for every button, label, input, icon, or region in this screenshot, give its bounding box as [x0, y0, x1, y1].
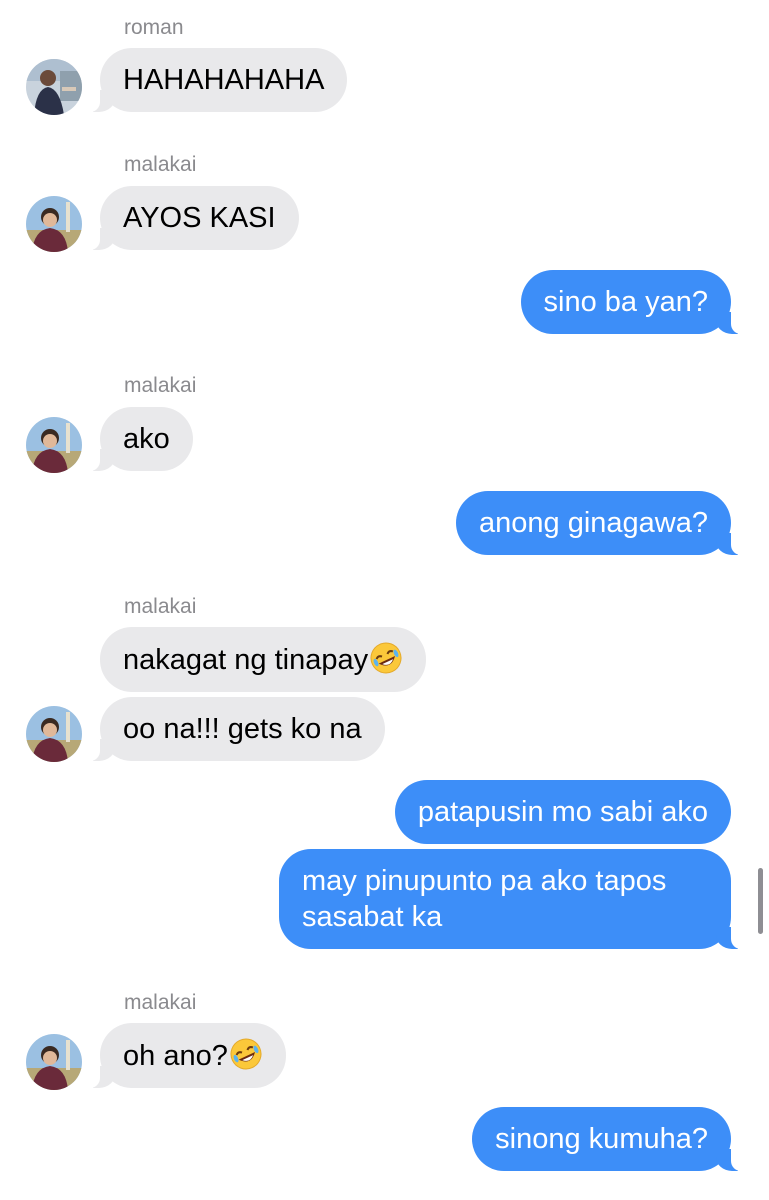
- message-text: nakagat ng tinapay: [123, 641, 403, 676]
- sender-name: malakai: [124, 595, 197, 618]
- message-text: HAHAHAHAHA: [123, 64, 325, 96]
- sender-name: malakai: [124, 374, 197, 397]
- message-bubble-incoming[interactable]: HAHAHAHAHA: [87, 48, 348, 112]
- message-text: AYOS KASI: [123, 202, 276, 234]
- avatar-photo-icon: [26, 1034, 82, 1090]
- message-bubble-incoming[interactable]: oh ano?: [88, 1023, 286, 1088]
- sender-name: roman: [124, 16, 184, 39]
- message-text: sinong kumuha?: [495, 1123, 708, 1155]
- message-bubble-outgoing[interactable]: sino ba yan?: [520, 270, 744, 334]
- avatar-malakai[interactable]: [26, 417, 82, 473]
- message-text: may pinupunto pa ako tapos sasabat ka: [302, 865, 667, 933]
- avatar-photo-icon: [26, 706, 82, 762]
- message-bubble-incoming[interactable]: ako: [88, 407, 193, 471]
- message-text: patapusin mo sabi ako: [417, 796, 708, 828]
- message-text-content: oh ano?: [123, 1040, 228, 1072]
- sender-name: malakai: [124, 991, 197, 1014]
- avatar-malakai[interactable]: [26, 1034, 82, 1090]
- avatar-photo-icon: [26, 196, 82, 252]
- rolling-on-floor-laughing-emoji-icon: [229, 1037, 263, 1071]
- message-text: anong ginagawa?: [479, 507, 708, 539]
- message-bubble-outgoing[interactable]: may pinupunto pa ako tapos sasabat ka: [279, 849, 743, 949]
- sender-name: malakai: [124, 153, 197, 176]
- rolling-on-floor-laughing-emoji-icon: [369, 641, 403, 675]
- message-text: sino ba yan?: [543, 286, 708, 318]
- message-bubble-incoming[interactable]: nakagat ng tinapay: [100, 627, 427, 692]
- message-bubble-outgoing[interactable]: anong ginagawa?: [456, 491, 743, 555]
- scroll-indicator[interactable]: [758, 868, 763, 934]
- message-bubble-outgoing[interactable]: sinong kumuha?: [472, 1107, 743, 1171]
- message-bubble-incoming[interactable]: oo na!!! gets ko na: [88, 697, 385, 761]
- message-text-content: nakagat ng tinapay: [123, 644, 369, 676]
- avatar-malakai[interactable]: [26, 196, 82, 252]
- message-text: oh ano?: [123, 1037, 263, 1072]
- message-text: ako: [123, 423, 170, 455]
- message-bubble-outgoing[interactable]: patapusin mo sabi ako: [394, 780, 731, 844]
- message-text: oo na!!! gets ko na: [123, 713, 362, 745]
- message-bubble-incoming[interactable]: AYOS KASI: [88, 186, 299, 250]
- avatar-malakai[interactable]: [26, 706, 82, 762]
- avatar-photo-icon: [26, 417, 82, 473]
- avatar-roman[interactable]: [26, 59, 82, 115]
- avatar-photo-icon: [26, 59, 82, 115]
